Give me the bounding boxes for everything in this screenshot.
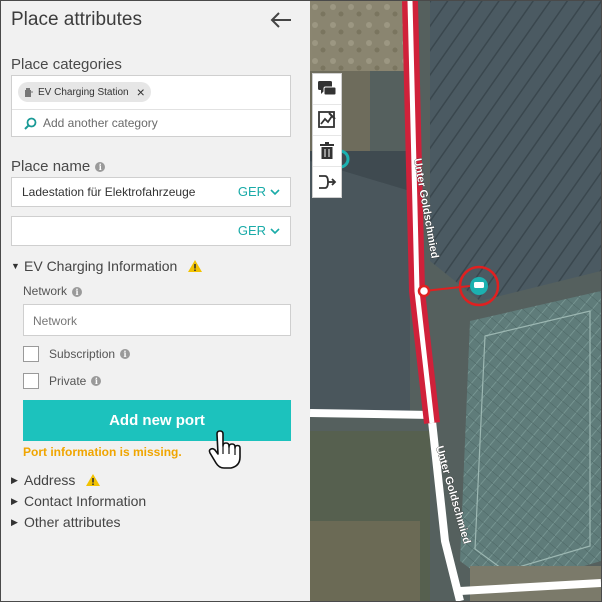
name-language-value: GER	[237, 184, 266, 199]
other-section-toggle[interactable]: ▶ Other attributes	[11, 514, 121, 530]
arrow-left-icon[interactable]	[269, 9, 293, 31]
ev-section-label: EV Charging Information	[24, 258, 178, 274]
categories-box: EV Charging Station × Add another catego…	[11, 75, 291, 137]
info-icon[interactable]: i	[91, 376, 102, 386]
place-name-label-text: Place name	[11, 158, 91, 175]
name2-language-select[interactable]: GER	[238, 223, 280, 238]
network-input[interactable]: Network	[23, 304, 291, 336]
info-icon[interactable]: i	[120, 349, 131, 359]
place-attributes-panel: Place attributes Place categories EV Cha…	[1, 1, 310, 601]
add-new-port-button[interactable]: Add new port	[23, 400, 291, 441]
trash-icon	[320, 142, 334, 159]
contact-section-toggle[interactable]: ▶ Contact Information	[11, 493, 146, 509]
chevron-down-icon	[270, 188, 280, 195]
place-name-value: Ladestation für Elektrofahrzeuge	[22, 185, 196, 199]
warning-triangle-icon	[188, 260, 203, 272]
caret-right-icon: ▶	[11, 516, 18, 527]
info-icon[interactable]: i	[72, 286, 83, 297]
map-view[interactable]: Unter Goldschmied Unter Goldschmied	[310, 1, 601, 601]
delete-tool-button[interactable]	[313, 136, 341, 167]
hand-cursor-icon	[208, 430, 241, 469]
comment-icon	[318, 81, 337, 96]
private-checkbox[interactable]	[23, 373, 39, 389]
route-arrow-icon	[319, 175, 337, 189]
contact-section-label: Contact Information	[24, 493, 147, 509]
subscription-row[interactable]: Subscription i	[23, 346, 131, 362]
search-icon	[24, 117, 37, 130]
name-language-select[interactable]: GER	[238, 184, 280, 199]
other-section-label: Other attributes	[24, 514, 121, 530]
private-row[interactable]: Private i	[23, 373, 102, 389]
address-section-label: Address	[24, 472, 76, 488]
category-chip[interactable]: EV Charging Station ×	[18, 82, 151, 102]
categories-label: Place categories	[11, 56, 122, 73]
add-category-placeholder: Add another category	[43, 116, 158, 130]
place-name-label: Place name i	[11, 158, 106, 175]
caret-down-icon: ▼	[11, 261, 20, 271]
caret-right-icon: ▶	[11, 495, 18, 506]
caret-right-icon: ▶	[11, 474, 18, 485]
image-edit-icon	[318, 111, 336, 128]
app-frame: Unter Goldschmied Unter Goldschmied Plac…	[0, 0, 602, 602]
address-section-toggle[interactable]: ▶ Address	[11, 472, 101, 488]
name2-language-value: GER	[237, 223, 266, 238]
route-tool-button[interactable]	[313, 167, 341, 197]
panel-title: Place attributes	[11, 9, 142, 30]
road-point-marker[interactable]	[417, 284, 431, 298]
network-label: Network i	[23, 284, 83, 298]
ev-section-toggle[interactable]: ▼ EV Charging Information	[11, 258, 203, 274]
network-label-text: Network	[23, 284, 68, 298]
category-chip-label: EV Charging Station	[38, 86, 129, 98]
divider	[12, 109, 290, 110]
map-canvas[interactable]: Unter Goldschmied Unter Goldschmied	[310, 1, 601, 601]
place-name-input[interactable]: Ladestation für Elektrofahrzeuge GER	[11, 177, 291, 207]
private-label: Private	[49, 374, 87, 388]
subscription-label: Subscription	[49, 347, 116, 361]
port-missing-message: Port information is missing.	[23, 445, 182, 459]
ev-station-icon	[25, 88, 33, 97]
chevron-down-icon	[270, 227, 280, 234]
subscription-checkbox[interactable]	[23, 346, 39, 362]
network-placeholder: Network	[33, 314, 78, 328]
image-edit-tool-button[interactable]	[313, 105, 341, 136]
info-icon[interactable]: i	[95, 162, 106, 173]
car-icon	[474, 282, 484, 288]
comment-tool-button[interactable]	[313, 74, 341, 105]
remove-category-icon[interactable]: ×	[137, 85, 145, 99]
add-category-input[interactable]: Add another category	[24, 116, 158, 130]
place-name-input-2[interactable]: GER	[11, 216, 291, 246]
map-toolbar	[312, 73, 342, 198]
warning-triangle-icon	[86, 474, 101, 486]
